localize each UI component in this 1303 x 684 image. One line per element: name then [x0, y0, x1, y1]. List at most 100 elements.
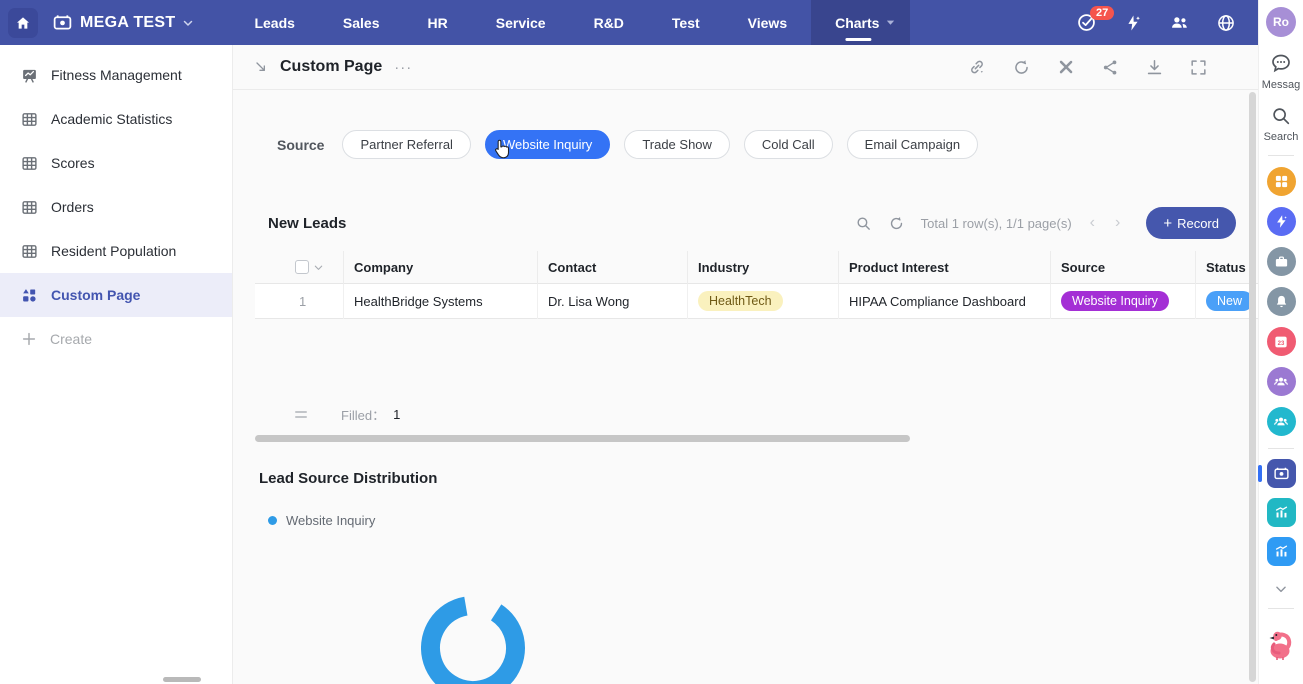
sidebar-item-custom-page[interactable]: Custom Page	[0, 273, 232, 317]
analytics-blue-app-icon[interactable]	[1267, 537, 1296, 566]
fullscreen-icon[interactable]	[1189, 58, 1208, 77]
topbar-actions: 27	[1076, 12, 1258, 33]
nav-tab-hr[interactable]: HR	[404, 0, 472, 45]
nav-tab-service[interactable]: Service	[472, 0, 570, 45]
row-index: 1	[255, 284, 343, 319]
rail-messages-label: Messag	[1262, 79, 1301, 91]
nav-tab-test[interactable]: Test	[648, 0, 724, 45]
active-app-indicator	[1258, 465, 1262, 482]
chart-legend[interactable]: Website Inquiry	[268, 513, 1258, 528]
sidebar-item-label: Scores	[51, 155, 95, 171]
sidebar-item-fitness-management[interactable]: Fitness Management	[0, 53, 232, 97]
sidebar-create-button[interactable]: Create	[0, 317, 232, 361]
cell-contact[interactable]: Dr. Lisa Wong	[537, 284, 687, 319]
cell-product-interest[interactable]: HIPAA Compliance Dashboard	[838, 284, 1050, 319]
sidebar-item-resident-population[interactable]: Resident Population	[0, 229, 232, 273]
globe-icon[interactable]	[1216, 13, 1236, 33]
flamingo-sticker[interactable]	[1265, 627, 1297, 661]
nav-tab-sales[interactable]: Sales	[319, 0, 404, 45]
tasks-check-icon[interactable]: 27	[1076, 12, 1097, 33]
notification-badge: 27	[1090, 6, 1114, 20]
contacts-app-icon[interactable]	[1267, 367, 1296, 396]
horizontal-scrollbar[interactable]	[255, 435, 910, 442]
analytics-teal-app-icon[interactable]	[1267, 498, 1296, 527]
calendar-app-icon[interactable]: 23	[1267, 327, 1296, 356]
source-filter: Source Partner Referral Website Inquiry …	[277, 130, 1258, 159]
prev-page-button[interactable]: ‹	[1088, 214, 1097, 232]
sidebar-item-orders[interactable]: Orders	[0, 185, 232, 229]
rail-collapse[interactable]	[1274, 582, 1288, 596]
add-record-button[interactable]: + Record	[1146, 207, 1236, 239]
source-tag: Website Inquiry	[1061, 291, 1169, 311]
sidebar-item-label: Orders	[51, 199, 94, 215]
sidebar-item-label: Academic Statistics	[51, 111, 172, 127]
download-icon[interactable]	[1145, 58, 1164, 77]
filter-pill-email-campaign[interactable]: Email Campaign	[847, 130, 978, 159]
table-search-icon[interactable]	[855, 215, 872, 232]
sidebar-item-academic-statistics[interactable]: Academic Statistics	[0, 97, 232, 141]
sidebar-item-scores[interactable]: Scores	[0, 141, 232, 185]
table-section-header: New Leads Total 1 row(s), 1/1 page(s) ‹ …	[268, 207, 1236, 239]
home-button[interactable]	[8, 8, 38, 38]
nav-tab-charts-label: Charts	[835, 15, 879, 31]
industry-tag: HealthTech	[698, 291, 783, 311]
legend-label: Website Inquiry	[286, 513, 375, 528]
filter-pill-website-inquiry[interactable]: Website Inquiry	[485, 130, 610, 159]
rail-search[interactable]: Search	[1264, 105, 1299, 143]
top-navigation: Leads Sales HR Service R&D Test Views Ch…	[230, 0, 910, 45]
sidebar-create-label: Create	[50, 331, 92, 347]
sidebar-scrollbar-fragment[interactable]	[163, 677, 201, 682]
nav-tab-rd[interactable]: R&D	[570, 0, 648, 45]
next-page-button[interactable]: ›	[1113, 214, 1122, 232]
column-header-company[interactable]: Company	[343, 251, 537, 284]
legend-dot	[268, 516, 277, 525]
column-header-industry[interactable]: Industry	[687, 251, 838, 284]
filter-pill-partner-referral[interactable]: Partner Referral	[342, 130, 470, 159]
briefcase-app-icon[interactable]	[1267, 247, 1296, 276]
workspace-switcher[interactable]: MEGA TEST	[52, 12, 194, 33]
share-icon[interactable]	[1101, 58, 1120, 77]
rail-divider	[1268, 155, 1294, 156]
chart-title: Lead Source Distribution	[259, 470, 1258, 487]
rail-messages[interactable]: Messag	[1262, 51, 1301, 91]
select-all-checkbox[interactable]	[295, 260, 309, 274]
edit-tools-icon[interactable]	[1056, 57, 1076, 77]
groups-app-icon[interactable]	[1267, 407, 1296, 436]
search-icon	[1270, 105, 1292, 127]
column-header-product-interest[interactable]: Product Interest	[838, 251, 1050, 284]
filter-pill-cold-call[interactable]: Cold Call	[744, 130, 833, 159]
rail-divider	[1268, 448, 1294, 449]
workspace-title: MEGA TEST	[80, 14, 175, 32]
flash-app-icon[interactable]	[1267, 207, 1296, 236]
dashboard-icon	[21, 67, 38, 84]
cell-company[interactable]: HealthBridge Systems	[343, 284, 537, 319]
cell-source[interactable]: Website Inquiry	[1050, 284, 1195, 319]
equals-icon	[295, 411, 307, 418]
filter-pill-trade-show[interactable]: Trade Show	[624, 130, 730, 159]
cell-industry[interactable]: HealthTech	[687, 284, 838, 319]
bell-app-icon[interactable]	[1267, 287, 1296, 316]
members-icon[interactable]	[1169, 12, 1190, 33]
table-row[interactable]: 1 HealthBridge Systems Dr. Lisa Wong Hea…	[255, 284, 1258, 319]
apps-grid-icon[interactable]	[1267, 167, 1296, 196]
column-header-source[interactable]: Source	[1050, 251, 1195, 284]
table-icon	[21, 199, 38, 216]
plus-icon	[21, 331, 37, 347]
automation-lightning-icon[interactable]	[1123, 13, 1143, 33]
nav-tab-leads[interactable]: Leads	[230, 0, 318, 45]
column-header-contact[interactable]: Contact	[537, 251, 687, 284]
collapse-arrow-icon[interactable]	[253, 59, 269, 75]
base-app-active-icon[interactable]	[1267, 459, 1296, 488]
status-tag: New	[1206, 291, 1253, 311]
copy-link-icon[interactable]	[967, 57, 987, 77]
table-refresh-icon[interactable]	[888, 215, 905, 232]
more-options-button[interactable]: ···	[394, 59, 412, 76]
avatar[interactable]: Ro	[1266, 7, 1296, 37]
nav-tab-charts[interactable]: Charts	[811, 0, 910, 45]
sidebar-item-label: Resident Population	[51, 243, 176, 259]
refresh-icon[interactable]	[1012, 58, 1031, 77]
vertical-scrollbar[interactable]	[1249, 92, 1256, 682]
rail-divider	[1268, 608, 1294, 609]
table-icon	[21, 155, 38, 172]
nav-tab-views[interactable]: Views	[724, 0, 811, 45]
